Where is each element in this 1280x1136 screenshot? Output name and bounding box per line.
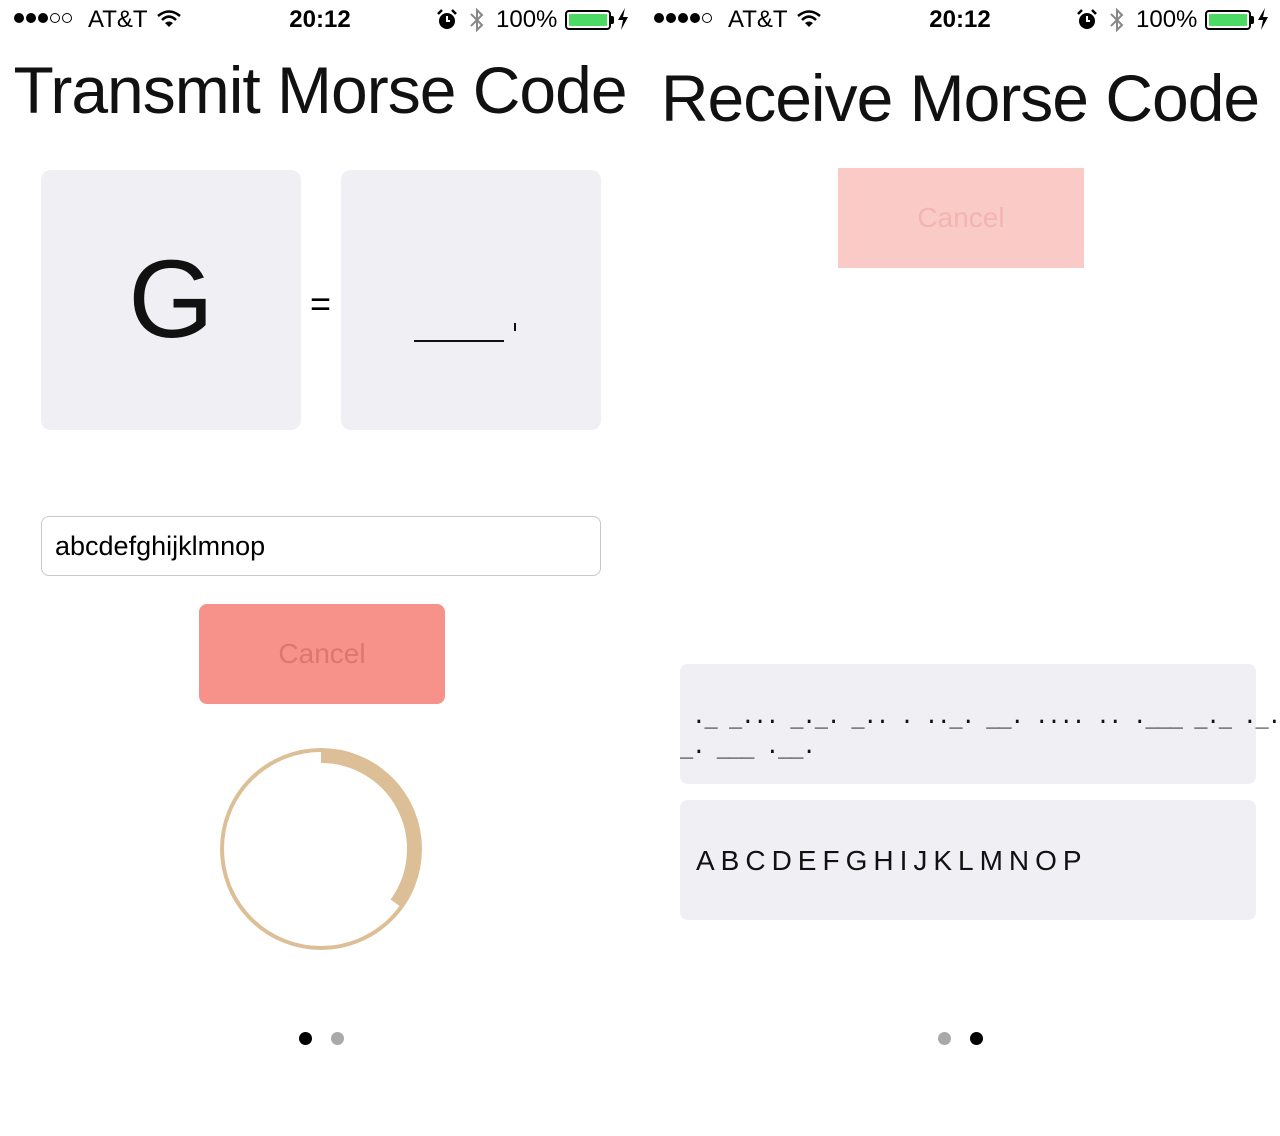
page-indicator-2[interactable] bbox=[970, 1032, 983, 1045]
battery-icon bbox=[565, 10, 611, 30]
received-morse-panel: ._ _... _._. _.. . .._. __. .... .. .___… bbox=[680, 664, 1280, 784]
alarm-icon bbox=[1077, 9, 1097, 29]
battery-percent: 100% bbox=[1136, 6, 1198, 33]
bluetooth-icon bbox=[1110, 7, 1124, 33]
current-morse-box bbox=[341, 170, 601, 430]
transmit-progress-ring bbox=[220, 748, 422, 950]
page-title: Receive Morse Code bbox=[660, 61, 1260, 135]
morse-dash bbox=[414, 340, 504, 342]
message-input[interactable] bbox=[41, 516, 601, 576]
page-indicator-1[interactable] bbox=[299, 1032, 312, 1045]
battery-nub bbox=[611, 16, 614, 24]
morse-line-1: ._ _... _._. _.. . .._. __. .... .. .___… bbox=[680, 704, 1280, 729]
current-letter-box: G bbox=[41, 170, 301, 430]
battery-icon bbox=[1205, 10, 1251, 30]
status-bar: AT&T 20:12 100% bbox=[640, 0, 1280, 40]
status-bar: AT&T 20:12 100% bbox=[0, 0, 640, 40]
equals-sign: = bbox=[309, 283, 332, 324]
morse-line-2: _. ___ .__. bbox=[680, 734, 816, 759]
current-letter: G bbox=[128, 238, 214, 361]
page-indicator-1[interactable] bbox=[938, 1032, 951, 1045]
morse-dot bbox=[514, 323, 516, 331]
cancel-button[interactable]: Cancel bbox=[199, 604, 445, 704]
transmit-screen: AT&T 20:12 100% Transmit Morse Code G = … bbox=[0, 0, 640, 1136]
bluetooth-icon bbox=[470, 7, 484, 33]
decoded-text-panel: ABCDEFGHIJKLMNOP bbox=[680, 800, 1256, 920]
alarm-icon bbox=[437, 9, 457, 29]
progress-arc bbox=[320, 749, 421, 908]
charging-icon bbox=[1258, 8, 1268, 30]
charging-icon bbox=[618, 8, 628, 30]
decoded-text: ABCDEFGHIJKLMNOP bbox=[696, 845, 1088, 876]
battery-nub bbox=[1251, 16, 1254, 24]
page-title: Transmit Morse Code bbox=[13, 53, 627, 127]
cancel-button[interactable]: Cancel bbox=[838, 168, 1084, 268]
receive-screen: AT&T 20:12 100% Receive Morse Code Cance… bbox=[640, 0, 1280, 1136]
page-indicator-2[interactable] bbox=[331, 1032, 344, 1045]
battery-percent: 100% bbox=[496, 6, 558, 33]
